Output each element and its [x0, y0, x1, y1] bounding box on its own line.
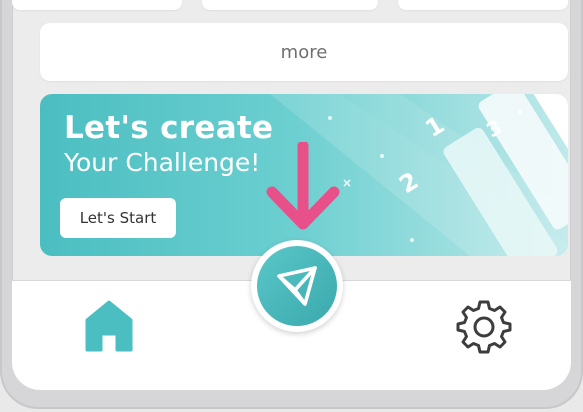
- home-icon[interactable]: [84, 300, 134, 352]
- paper-plane-icon: [277, 266, 317, 306]
- lets-start-label: Let's Start: [79, 209, 157, 227]
- lets-start-button[interactable]: Let's Start: [60, 198, 176, 238]
- more-label: more: [280, 41, 328, 63]
- banner-title: Let's create: [64, 110, 274, 146]
- top-card-right[interactable]: [398, 0, 568, 10]
- top-card-middle[interactable]: [202, 0, 378, 10]
- app-screen: more 1 2 3 Let's create Your Challenge! …: [12, 0, 571, 390]
- create-challenge-button[interactable]: [251, 240, 343, 332]
- banner-subtitle: Your Challenge!: [64, 148, 261, 177]
- pointer-arrow-icon: [266, 142, 340, 230]
- top-card-left[interactable]: [12, 0, 182, 10]
- more-button[interactable]: more: [40, 23, 568, 81]
- gear-icon[interactable]: [456, 298, 512, 354]
